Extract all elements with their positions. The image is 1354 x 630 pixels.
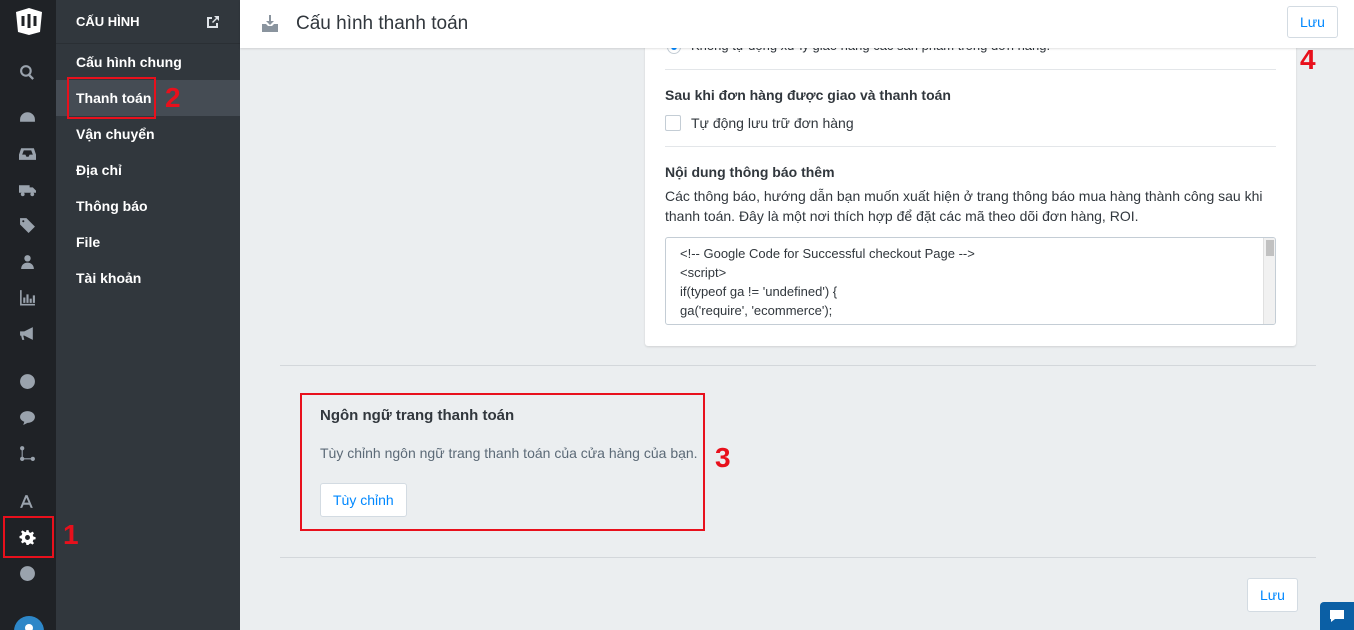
- extra-content-description: Các thông báo, hướng dẫn bạn muốn xuất h…: [665, 188, 1263, 224]
- sidebar-item-address[interactable]: Địa chỉ: [56, 152, 240, 188]
- external-link-icon[interactable]: [206, 15, 220, 29]
- sidebar-item-notifications[interactable]: Thông báo: [56, 188, 240, 224]
- annotation-box-3: [300, 393, 705, 531]
- section-divider: [280, 557, 1316, 558]
- chat-icon: [1330, 610, 1344, 622]
- inbox-icon[interactable]: [16, 142, 38, 164]
- logo-icon[interactable]: [13, 6, 45, 36]
- extra-content-textarea[interactable]: <!-- Google Code for Successful checkout…: [665, 237, 1276, 325]
- help-icon[interactable]: [16, 562, 38, 584]
- apps-icon[interactable]: [16, 490, 38, 512]
- code-line: <!-- Google Code for Successful checkout…: [680, 246, 975, 261]
- annotation-box-1: [3, 516, 54, 558]
- truck-icon[interactable]: [16, 178, 38, 200]
- code-line: ga('require', 'ecommerce');: [680, 303, 833, 318]
- share-nodes-icon[interactable]: [16, 442, 38, 464]
- sidebar-item-label: Vận chuyển: [76, 126, 155, 142]
- divider: [665, 69, 1276, 70]
- sidebar-item-general[interactable]: Cấu hình chung: [56, 44, 240, 80]
- tag-icon[interactable]: [16, 214, 38, 236]
- code-line: <script>: [680, 265, 727, 280]
- annotation-box-2: [67, 77, 156, 119]
- sidebar-item-label: File: [76, 234, 101, 250]
- sidebar-item-label: Tài khoản: [76, 270, 142, 286]
- extra-content-label: Nội dung thông báo thêm: [665, 164, 835, 180]
- divider: [665, 146, 1276, 147]
- comment-icon[interactable]: [16, 406, 38, 428]
- sidebar-item-file[interactable]: File: [56, 224, 240, 260]
- bar-chart-icon[interactable]: [16, 286, 38, 308]
- sidebar-header-title: CẤU HÌNH: [76, 14, 140, 29]
- chat-widget[interactable]: [1320, 602, 1354, 630]
- save-button-bottom[interactable]: Lưu: [1247, 578, 1298, 612]
- textarea-scrollbar[interactable]: [1263, 238, 1275, 324]
- annotation-number-1: 1: [63, 519, 79, 550]
- search-icon[interactable]: [16, 61, 38, 83]
- section-divider: [280, 365, 1316, 366]
- annotation-number-2: 2: [165, 82, 181, 113]
- sidebar-item-label: Cấu hình chung: [76, 54, 182, 70]
- users-icon[interactable]: [16, 250, 38, 272]
- after-delivery-label: Sau khi đơn hàng được giao và thanh toán: [665, 87, 951, 103]
- save-button-top[interactable]: Lưu: [1287, 6, 1338, 38]
- payment-settings-card: Không tự động xử lý giao hàng các sản ph…: [645, 26, 1296, 346]
- page-title: Cấu hình thanh toán: [296, 13, 469, 34]
- auto-archive-label: Tự động lưu trữ đơn hàng: [691, 115, 854, 131]
- megaphone-icon[interactable]: [16, 322, 38, 344]
- sidebar-item-label: Thông báo: [76, 198, 148, 214]
- dashboard-icon[interactable]: [16, 106, 38, 128]
- auto-archive-row[interactable]: Tự động lưu trữ đơn hàng: [665, 115, 854, 131]
- annotation-number-4: 4: [1300, 44, 1316, 75]
- annotation-number-3: 3: [715, 442, 731, 473]
- code-line: if(typeof ga != 'undefined') {: [680, 284, 838, 299]
- avatar[interactable]: [14, 616, 44, 630]
- top-bar: Cấu hình thanh toán Lưu: [240, 0, 1354, 48]
- sidebar-item-shipping[interactable]: Vận chuyển: [56, 116, 240, 152]
- payment-download-icon: [262, 15, 278, 32]
- globe-icon[interactable]: [16, 370, 38, 392]
- auto-archive-checkbox[interactable]: [665, 115, 681, 131]
- sidebar-item-label: Địa chỉ: [76, 162, 122, 178]
- sidebar-item-account[interactable]: Tài khoản: [56, 260, 240, 296]
- sidebar-header: CẤU HÌNH: [56, 0, 240, 44]
